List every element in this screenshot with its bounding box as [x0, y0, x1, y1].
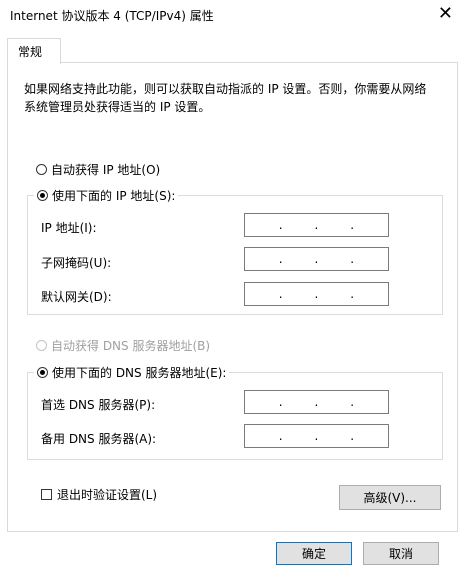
- ip-address-input[interactable]: [244, 213, 389, 237]
- radio-manual-ip-row[interactable]: 使用下面的 IP 地址(S):: [34, 187, 179, 204]
- radio-manual-dns-row[interactable]: 使用下面的 DNS 服务器地址(E):: [34, 364, 230, 381]
- radio-manual-dns-label: 使用下面的 DNS 服务器地址(E):: [52, 366, 227, 380]
- description-text: 如果网络支持此功能，则可以获取自动指派的 IP 设置。否则，你需要从网络系统管理…: [24, 82, 427, 114]
- radio-auto-dns-label: 自动获得 DNS 服务器地址(B): [51, 339, 211, 353]
- tab-general-label: 常规: [18, 45, 43, 59]
- preferred-dns-input[interactable]: [244, 390, 389, 414]
- radio-auto-dns-row: 自动获得 DNS 服务器地址(B): [36, 337, 210, 354]
- radio-manual-ip[interactable]: [37, 190, 48, 201]
- preferred-dns-label: 首选 DNS 服务器(P):: [41, 398, 156, 412]
- ok-button[interactable]: 确定: [276, 542, 352, 565]
- radio-auto-ip-row[interactable]: 自动获得 IP 地址(O): [36, 161, 160, 178]
- subnet-mask-label: 子网掩码(U):: [41, 256, 112, 270]
- default-gateway-label: 默认网关(D):: [41, 290, 112, 304]
- window-title: Internet 协议版本 4 (TCP/IPv4) 属性: [10, 9, 214, 23]
- radio-auto-ip[interactable]: [36, 164, 47, 175]
- default-gateway-input[interactable]: [244, 282, 389, 306]
- advanced-button[interactable]: 高级(V)...: [339, 485, 441, 510]
- validate-on-exit-row[interactable]: 退出时验证设置(L): [41, 486, 157, 503]
- title-bar: Internet 协议版本 4 (TCP/IPv4) 属性 ✕: [0, 0, 465, 30]
- alternate-dns-label: 备用 DNS 服务器(A):: [41, 432, 157, 446]
- radio-auto-ip-label: 自动获得 IP 地址(O): [51, 163, 161, 177]
- subnet-mask-input[interactable]: [244, 247, 389, 271]
- radio-manual-dns[interactable]: [37, 367, 48, 378]
- alternate-dns-input[interactable]: [244, 424, 389, 448]
- validate-on-exit-checkbox[interactable]: [41, 489, 52, 500]
- radio-auto-dns: [36, 340, 47, 351]
- close-icon[interactable]: ✕: [438, 3, 453, 24]
- validate-on-exit-label: 退出时验证设置(L): [57, 488, 158, 502]
- radio-manual-ip-label: 使用下面的 IP 地址(S):: [52, 189, 176, 203]
- ip-address-label: IP 地址(I):: [41, 221, 97, 235]
- cancel-button[interactable]: 取消: [363, 542, 439, 565]
- tab-general[interactable]: 常规: [7, 38, 61, 64]
